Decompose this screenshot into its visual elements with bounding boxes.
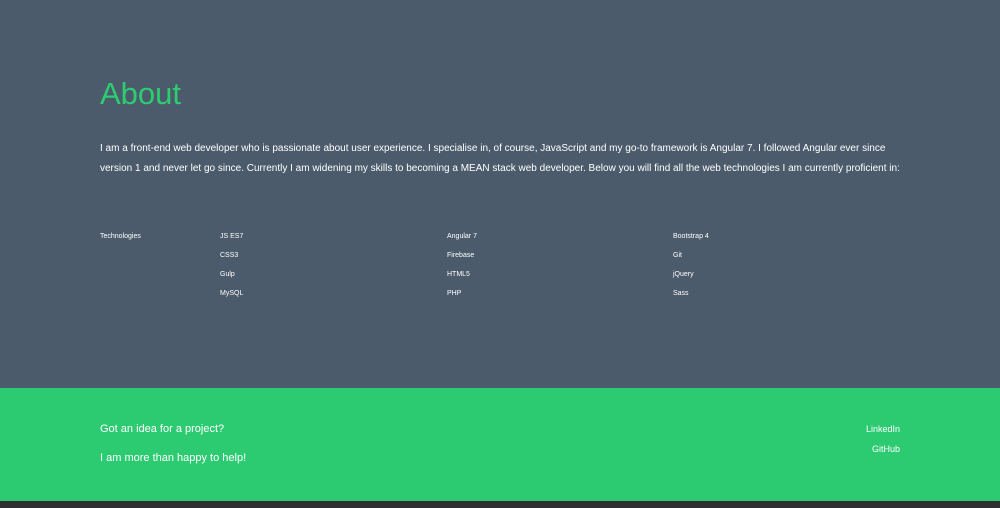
tech-item: Bootstrap 4 <box>673 233 709 240</box>
linkedin-link[interactable]: LinkedIn <box>866 424 900 434</box>
tech-item: HTML5 <box>447 271 470 278</box>
github-link[interactable]: GitHub <box>872 444 900 454</box>
about-section: About I am a front-end web developer who… <box>0 0 1000 388</box>
about-title: About <box>100 76 182 111</box>
bottom-bar <box>0 501 1000 508</box>
tech-item: Firebase <box>447 252 475 259</box>
tech-item: Sass <box>673 290 689 297</box>
tech-item: MySQL <box>220 290 244 297</box>
tech-item: PHP <box>447 290 462 297</box>
technologies-label: Technologies <box>100 233 141 240</box>
tech-item: Gulp <box>220 271 235 278</box>
about-description: I am a front-end web developer who is pa… <box>100 143 900 174</box>
footer-cta-line2: I am more than happy to help! <box>100 452 247 464</box>
tech-item: Angular 7 <box>447 233 477 240</box>
contact-footer: Got an idea for a project? I am more tha… <box>0 388 1000 501</box>
footer-cta-line1: Got an idea for a project? <box>100 423 225 435</box>
tech-item: jQuery <box>673 271 694 278</box>
tech-item: JS ES7 <box>220 233 244 240</box>
tech-item: CSS3 <box>220 252 239 259</box>
tech-item: Git <box>673 252 682 259</box>
